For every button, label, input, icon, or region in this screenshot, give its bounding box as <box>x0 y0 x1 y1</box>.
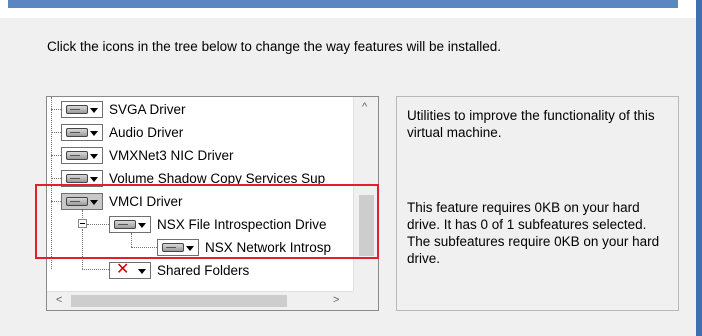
tree-item-label: Audio Driver <box>109 124 184 140</box>
hard-drive-icon <box>66 127 88 137</box>
chevron-down-icon <box>90 130 98 136</box>
scrollbar-corner <box>353 291 378 310</box>
feature-state-button[interactable] <box>61 100 103 118</box>
chevron-down-icon <box>90 107 98 113</box>
tree-connector <box>51 132 61 133</box>
tree-connector <box>82 269 109 270</box>
tree-connector <box>51 178 61 179</box>
not-installed-icon: ✕ <box>116 260 130 278</box>
tree-item-audio-driver[interactable]: Audio Driver <box>61 121 183 143</box>
feature-state-button[interactable] <box>61 146 103 164</box>
instruction-text: Click the icons in the tree below to cha… <box>47 39 501 54</box>
hard-drive-icon <box>66 150 88 160</box>
tree-connector <box>51 155 61 156</box>
tree-item-shared-folders[interactable]: ✕ Shared Folders <box>109 259 249 281</box>
tree-item-label: SVGA Driver <box>109 101 186 117</box>
scroll-up-icon[interactable]: ^ <box>362 101 367 113</box>
chevron-down-icon <box>90 176 98 182</box>
hard-drive-icon <box>66 173 88 183</box>
tree-item-label: Shared Folders <box>157 262 250 278</box>
window-title-area <box>0 0 702 18</box>
title-accent-bar <box>8 0 678 8</box>
scroll-right-icon[interactable]: > <box>333 294 339 306</box>
chevron-down-icon <box>90 153 98 159</box>
window-border-right <box>696 0 702 336</box>
tree-item-svga-driver[interactable]: SVGA Driver <box>61 98 186 120</box>
horizontal-scroll-thumb[interactable] <box>71 295 287 307</box>
feature-description-panel: Utilities to improve the functionality o… <box>396 96 679 311</box>
tree-item-label: VMXNet3 NIC Driver <box>109 147 234 163</box>
chevron-down-icon <box>138 268 146 274</box>
horizontal-scrollbar[interactable]: < > <box>47 291 354 310</box>
feature-state-button[interactable]: ✕ <box>109 260 151 279</box>
tree-item-vmxnet3-driver[interactable]: VMXNet3 NIC Driver <box>61 144 234 166</box>
feature-summary-text: Utilities to improve the functionality o… <box>407 108 655 140</box>
feature-requirements-text: This feature requires 0KB on your hard d… <box>407 200 660 266</box>
feature-state-button[interactable] <box>61 123 103 141</box>
tree-connector <box>51 109 61 110</box>
highlight-annotation <box>35 184 379 259</box>
scroll-left-icon[interactable]: < <box>56 294 62 306</box>
hard-drive-icon <box>66 104 88 114</box>
